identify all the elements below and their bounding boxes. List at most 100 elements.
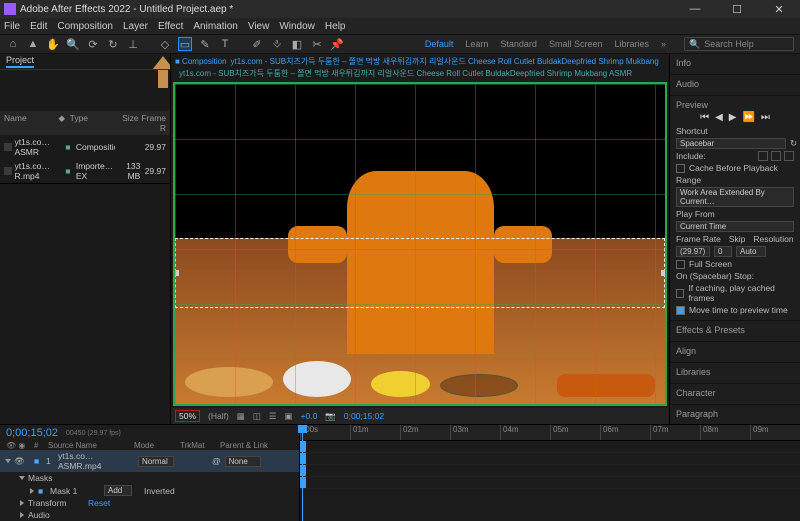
include-video-icon[interactable] bbox=[758, 151, 768, 161]
hdr-source[interactable]: Source Name bbox=[48, 441, 128, 450]
snapshot-icon[interactable]: 📷 bbox=[325, 411, 336, 422]
expand-icon[interactable] bbox=[19, 476, 25, 480]
movetime-checkbox[interactable] bbox=[676, 306, 685, 315]
audio-row[interactable]: Audio bbox=[0, 509, 299, 521]
framerate-select[interactable]: (29.97) bbox=[676, 246, 710, 257]
prev-frame-icon[interactable]: ◀ bbox=[715, 112, 723, 123]
paragraph-panel[interactable]: Paragraph bbox=[676, 409, 794, 419]
col-type[interactable]: Type bbox=[70, 113, 112, 133]
resolution-dropdown[interactable]: (Half) bbox=[208, 411, 229, 421]
col-name[interactable]: Name bbox=[4, 113, 57, 133]
ifcaching-checkbox[interactable] bbox=[676, 289, 684, 298]
search-help-input[interactable]: 🔍 Search Help bbox=[684, 37, 794, 51]
viewer-guides-icon[interactable]: ☰ bbox=[269, 411, 277, 422]
menu-view[interactable]: View bbox=[248, 21, 270, 32]
resolution-select[interactable]: Auto bbox=[736, 246, 766, 257]
viewer-grid-icon[interactable]: ▦ bbox=[237, 411, 245, 422]
menu-file[interactable]: File bbox=[4, 21, 20, 32]
composition-viewer[interactable] bbox=[173, 82, 667, 406]
comp-breadcrumb[interactable]: yt1s.com - SUB치즈가득 두툼한 – 쫄면 먹방 새우튀김까지 리얼… bbox=[179, 69, 632, 78]
hdr-parent[interactable]: Parent & Link bbox=[220, 441, 268, 450]
current-timecode[interactable]: 0;00;15;02 bbox=[344, 411, 384, 421]
col-size[interactable]: Size bbox=[113, 113, 138, 133]
include-audio-icon[interactable] bbox=[771, 151, 781, 161]
workspace-libraries[interactable]: Libraries bbox=[614, 39, 649, 49]
range-select[interactable]: Work Area Extended By Current… bbox=[676, 187, 794, 207]
mask-handle-right[interactable] bbox=[661, 270, 667, 276]
mask-handle-left[interactable] bbox=[173, 270, 179, 276]
hdr-mode[interactable]: Mode bbox=[134, 441, 174, 450]
mask-inverted[interactable]: Inverted bbox=[144, 486, 175, 496]
playfrom-select[interactable]: Current Time bbox=[676, 221, 794, 232]
eraser-tool-icon[interactable]: ◧ bbox=[290, 37, 304, 51]
menu-animation[interactable]: Animation bbox=[193, 21, 237, 32]
layer-bar[interactable] bbox=[300, 453, 306, 464]
mask-mode[interactable]: Add bbox=[104, 485, 132, 496]
workspace-more-icon[interactable]: » bbox=[661, 39, 666, 49]
fullscreen-checkbox[interactable] bbox=[676, 260, 685, 269]
expand-icon[interactable] bbox=[30, 488, 34, 494]
roto-tool-icon[interactable]: ✂ bbox=[310, 37, 324, 51]
brush-tool-icon[interactable]: ✐ bbox=[250, 37, 264, 51]
zoom-tool-icon[interactable]: 🔍 bbox=[66, 37, 80, 51]
maximize-button[interactable]: ☐ bbox=[720, 3, 754, 16]
pen-tool-icon[interactable]: ✎ bbox=[198, 37, 212, 51]
next-frame-icon[interactable]: ⏩ bbox=[742, 112, 754, 123]
comp-tab-active[interactable]: yt1s.com - SUB치즈가득 두툼한 – 쫄면 먹방 새우튀김까지 리얼… bbox=[231, 56, 659, 67]
align-panel[interactable]: Align bbox=[676, 346, 794, 356]
clone-tool-icon[interactable]: ⎀ bbox=[270, 37, 284, 51]
reset-button[interactable]: Reset bbox=[88, 498, 110, 508]
libraries-panel[interactable]: Libraries bbox=[676, 367, 794, 377]
first-frame-icon[interactable]: ⏮ bbox=[700, 112, 709, 123]
transform-row[interactable]: Transform Reset bbox=[0, 497, 299, 509]
loop-icon[interactable]: ↻ bbox=[790, 138, 797, 149]
expand-icon[interactable] bbox=[20, 512, 24, 518]
viewer-mask-icon[interactable]: ◫ bbox=[253, 411, 261, 422]
hdr-trkmat[interactable]: TrkMat bbox=[180, 441, 214, 450]
expand-icon[interactable] bbox=[5, 459, 11, 463]
effects-presets-panel[interactable]: Effects & Presets bbox=[676, 325, 794, 335]
menu-edit[interactable]: Edit bbox=[30, 21, 47, 32]
workspace-small[interactable]: Small Screen bbox=[549, 39, 603, 49]
layer-bar[interactable] bbox=[300, 441, 306, 452]
project-tab[interactable]: Project bbox=[6, 55, 34, 68]
camera-tool-icon[interactable]: ⊥ bbox=[126, 37, 140, 51]
workspace-learn[interactable]: Learn bbox=[465, 39, 488, 49]
preview-panel[interactable]: Preview bbox=[676, 100, 794, 110]
exposure-value[interactable]: +0.0 bbox=[301, 411, 318, 421]
play-icon[interactable]: ▶ bbox=[729, 112, 737, 123]
viewer-channel-icon[interactable]: ▣ bbox=[284, 411, 292, 422]
zoom-dropdown[interactable]: 50% bbox=[175, 410, 200, 422]
masks-row[interactable]: Masks bbox=[0, 472, 299, 484]
skip-select[interactable]: 0 bbox=[714, 246, 732, 257]
minimize-button[interactable]: — bbox=[678, 3, 712, 16]
audio-panel[interactable]: Audio bbox=[676, 79, 794, 89]
asset-row[interactable]: yt1s.co…R.mp4 ■ Importe…EX 133 MB 29.97 bbox=[0, 159, 170, 183]
workspace-default[interactable]: Default bbox=[425, 39, 454, 49]
layer-mode[interactable]: Normal bbox=[138, 456, 174, 467]
col-fr[interactable]: Frame R bbox=[141, 113, 166, 133]
hand-tool-icon[interactable]: ✋ bbox=[46, 37, 60, 51]
last-frame-icon[interactable]: ⏭ bbox=[761, 112, 770, 123]
info-panel[interactable]: Info bbox=[676, 58, 794, 68]
expand-icon[interactable] bbox=[20, 500, 24, 506]
workspace-standard[interactable]: Standard bbox=[500, 39, 537, 49]
character-panel[interactable]: Character bbox=[676, 388, 794, 398]
home-icon[interactable]: ⌂ bbox=[6, 37, 20, 51]
orbit-tool-icon[interactable]: ⟳ bbox=[86, 37, 100, 51]
mask-selection-box[interactable] bbox=[175, 238, 665, 308]
layer-bar[interactable] bbox=[300, 465, 306, 476]
menu-composition[interactable]: Composition bbox=[57, 21, 113, 32]
asset-row[interactable]: yt1s.co…ASMR ■ Composition 29.97 bbox=[0, 135, 170, 159]
timeline-timecode[interactable]: 0;00;15;02 bbox=[6, 427, 58, 439]
layer-bar[interactable] bbox=[300, 477, 306, 488]
menu-window[interactable]: Window bbox=[279, 21, 315, 32]
rotate-tool-icon[interactable]: ↻ bbox=[106, 37, 120, 51]
menu-effect[interactable]: Effect bbox=[158, 21, 183, 32]
puppet-tool-icon[interactable]: 📌 bbox=[330, 37, 344, 51]
include-overlay-icon[interactable] bbox=[784, 151, 794, 161]
layer-parent[interactable]: None bbox=[225, 456, 261, 467]
col-label-icon[interactable]: ◆ bbox=[59, 113, 68, 133]
close-button[interactable]: ✕ bbox=[762, 3, 796, 16]
menu-layer[interactable]: Layer bbox=[123, 21, 148, 32]
